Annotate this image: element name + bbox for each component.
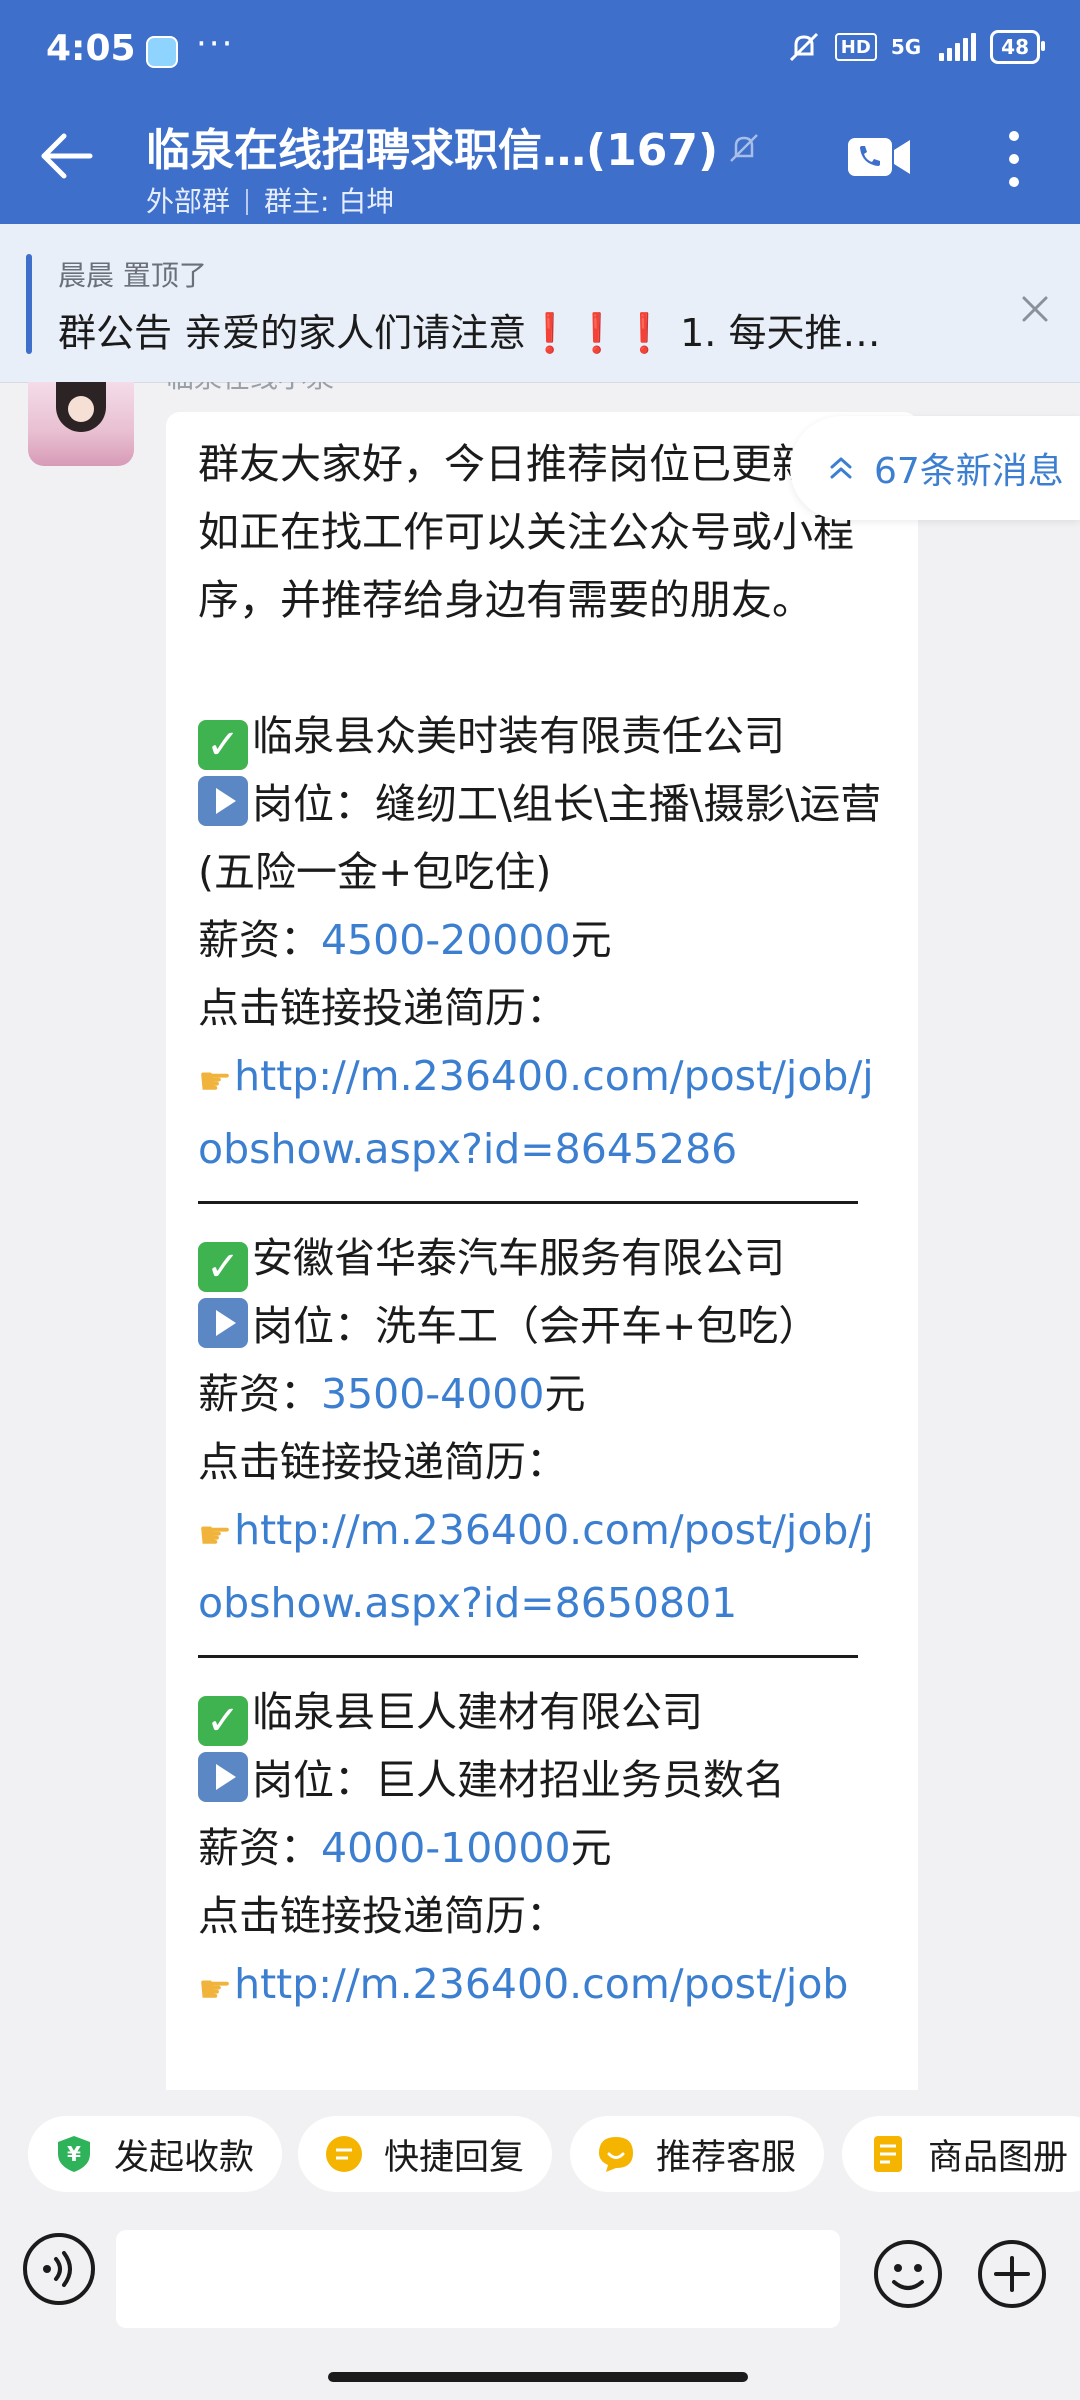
plus-icon[interactable]: [976, 2238, 1048, 2310]
message-input-bar: [0, 2230, 1080, 2400]
app-notification-icon: [146, 36, 178, 68]
video-call-icon[interactable]: [846, 134, 912, 180]
message-input[interactable]: [116, 2230, 840, 2328]
salary-label: 薪资：: [198, 1370, 321, 1418]
job-position: 岗位：巨人建材招业务员数名: [252, 1756, 785, 1804]
job-post-3: ✓ 临泉县巨人建材有限公司 岗位：巨人建材招业务员数名 薪资：4000-10000…: [198, 1678, 888, 2023]
job-company: 临泉县巨人建材有限公司: [252, 1688, 703, 1736]
status-icons: HD 5G 48: [787, 30, 1045, 64]
chat-header: 临泉在线招聘求职信…(167) 外部群 群主: 白坤: [0, 100, 1080, 220]
quick-action-label: 发起收款: [114, 2137, 255, 2178]
more-notifications-icon: ···: [196, 24, 235, 64]
chat-title[interactable]: 临泉在线招聘求职信…(167): [146, 114, 718, 178]
salary-value[interactable]: 3500-4000: [321, 1370, 544, 1418]
salary-value[interactable]: 4500-20000: [321, 916, 571, 964]
job-post-1: ✓ 临泉县众美时装有限责任公司 岗位：缝纫工\组长\主播\摄影\运营(五险一金+包…: [198, 702, 888, 1183]
pointing-hand-icon: ☛: [198, 1513, 233, 1557]
check-icon: ✓: [198, 1696, 248, 1746]
quick-action-recommend-service[interactable]: 推荐客服: [570, 2116, 825, 2192]
job-post-2: ✓ 安徽省华泰汽车服务有限公司 岗位：洗车工（会开车+包吃） 薪资：3500-40…: [198, 1224, 888, 1637]
close-icon[interactable]: [1012, 286, 1058, 332]
job-link[interactable]: http://m.236400.com/post/job/jobshow.asp…: [198, 1506, 874, 1627]
job-company: 安徽省华泰汽车服务有限公司: [252, 1234, 785, 1282]
pointing-hand-icon: ☛: [198, 1967, 233, 2011]
salary-unit: 元: [544, 1370, 586, 1418]
salary-label: 薪资：: [198, 1824, 321, 1872]
message-intro: 群友大家好，今日推荐岗位已更新；如正在找工作可以关注公众号或小程序，并推荐给身边…: [198, 440, 854, 624]
apply-label: 点击链接投递简历：: [198, 984, 567, 1032]
more-options-icon[interactable]: [996, 124, 1032, 194]
quick-reply-icon: [326, 2136, 362, 2172]
job-company: 临泉县众美时装有限责任公司: [252, 712, 785, 760]
signal-bars-icon: [939, 33, 977, 61]
message-bubble[interactable]: 群友大家好，今日推荐岗位已更新；如正在找工作可以关注公众号或小程序，并推荐给身边…: [166, 412, 918, 2090]
home-indicator[interactable]: [328, 2372, 748, 2382]
muted-bell-icon: [730, 134, 758, 162]
quick-actions-bar: ¥ 发起收款 快捷回复 推荐客服 商品图册: [0, 2090, 1080, 2230]
divider: [198, 1655, 858, 1658]
status-time: 4:05: [46, 28, 136, 69]
double-chevron-up-icon: [830, 457, 852, 479]
catalog-icon: [874, 2136, 902, 2172]
announcement-pinned-by: 晨晨 置顶了: [58, 259, 207, 292]
salary-unit: 元: [570, 916, 612, 964]
divider: [198, 1201, 858, 1204]
service-icon: [599, 2137, 633, 2172]
emoji-icon[interactable]: [872, 2238, 944, 2310]
network-5g-icon: 5G: [890, 35, 922, 59]
group-owner-label: 群主: 白坤: [264, 185, 395, 218]
salary-unit: 元: [570, 1824, 612, 1872]
salary-value[interactable]: 4000-10000: [321, 1824, 571, 1872]
job-link[interactable]: http://m.236400.com/post/job/jobshow.asp…: [198, 1052, 874, 1173]
quick-action-label: 商品图册: [928, 2137, 1069, 2178]
hd-badge: HD: [834, 33, 877, 61]
chat-subtitle: 外部群 群主: 白坤: [146, 180, 394, 220]
back-arrow-icon[interactable]: [36, 126, 96, 186]
quick-action-product-catalog[interactable]: 商品图册: [842, 2116, 1080, 2192]
voice-input-icon[interactable]: [20, 2230, 98, 2308]
announcement-text: 群公告 亲爱的家人们请注意❗❗❗ 1. 每天推…: [58, 311, 881, 355]
quick-action-quick-reply[interactable]: 快捷回复: [298, 2116, 553, 2192]
job-position: 岗位：洗车工（会开车+包吃）: [252, 1302, 820, 1350]
status-bar: 4:05 ··· HD 5G 48: [46, 22, 1045, 82]
play-icon: [198, 1298, 248, 1348]
play-icon: [198, 1752, 248, 1802]
top-bar: 4:05 ··· HD 5G 48 临泉在线招聘求职信…(167) 外部群 群主:…: [0, 0, 1080, 224]
quick-action-label: 快捷回复: [384, 2137, 525, 2178]
announcement-accent-bar: [26, 254, 32, 354]
quick-action-label: 推荐客服: [656, 2137, 797, 2178]
check-icon: ✓: [198, 1242, 248, 1292]
yuan-shield-icon: ¥: [58, 2136, 90, 2172]
quick-action-collect-payment[interactable]: ¥ 发起收款: [28, 2116, 283, 2192]
avatar[interactable]: [28, 382, 134, 466]
svg-text:¥: ¥: [67, 2142, 81, 2166]
group-type-label: 外部群: [146, 185, 231, 218]
check-icon: ✓: [198, 720, 248, 770]
chat-area[interactable]: 临泉在线小泉 群友大家好，今日推荐岗位已更新；如正在找工作可以关注公众号或小程序…: [0, 382, 1080, 2090]
pinned-announcement[interactable]: 晨晨 置顶了 群公告 亲爱的家人们请注意❗❗❗ 1. 每天推…: [0, 224, 1080, 383]
new-messages-label: 67条新消息: [874, 451, 1064, 492]
battery-icon: 48: [990, 30, 1045, 64]
mute-icon: [787, 30, 821, 64]
play-icon: [198, 776, 248, 826]
job-link[interactable]: http://m.236400.com/post/job: [234, 1960, 848, 2008]
salary-label: 薪资：: [198, 916, 321, 964]
job-position: 岗位：缝纫工\组长\主播\摄影\运营(五险一金+包吃住): [198, 780, 882, 896]
new-messages-button[interactable]: 67条新消息: [790, 416, 1080, 520]
sender-name: 临泉在线小泉: [166, 382, 334, 396]
pointing-hand-icon: ☛: [198, 1059, 233, 1103]
apply-label: 点击链接投递简历：: [198, 1892, 567, 1940]
apply-label: 点击链接投递简历：: [198, 1438, 567, 1486]
